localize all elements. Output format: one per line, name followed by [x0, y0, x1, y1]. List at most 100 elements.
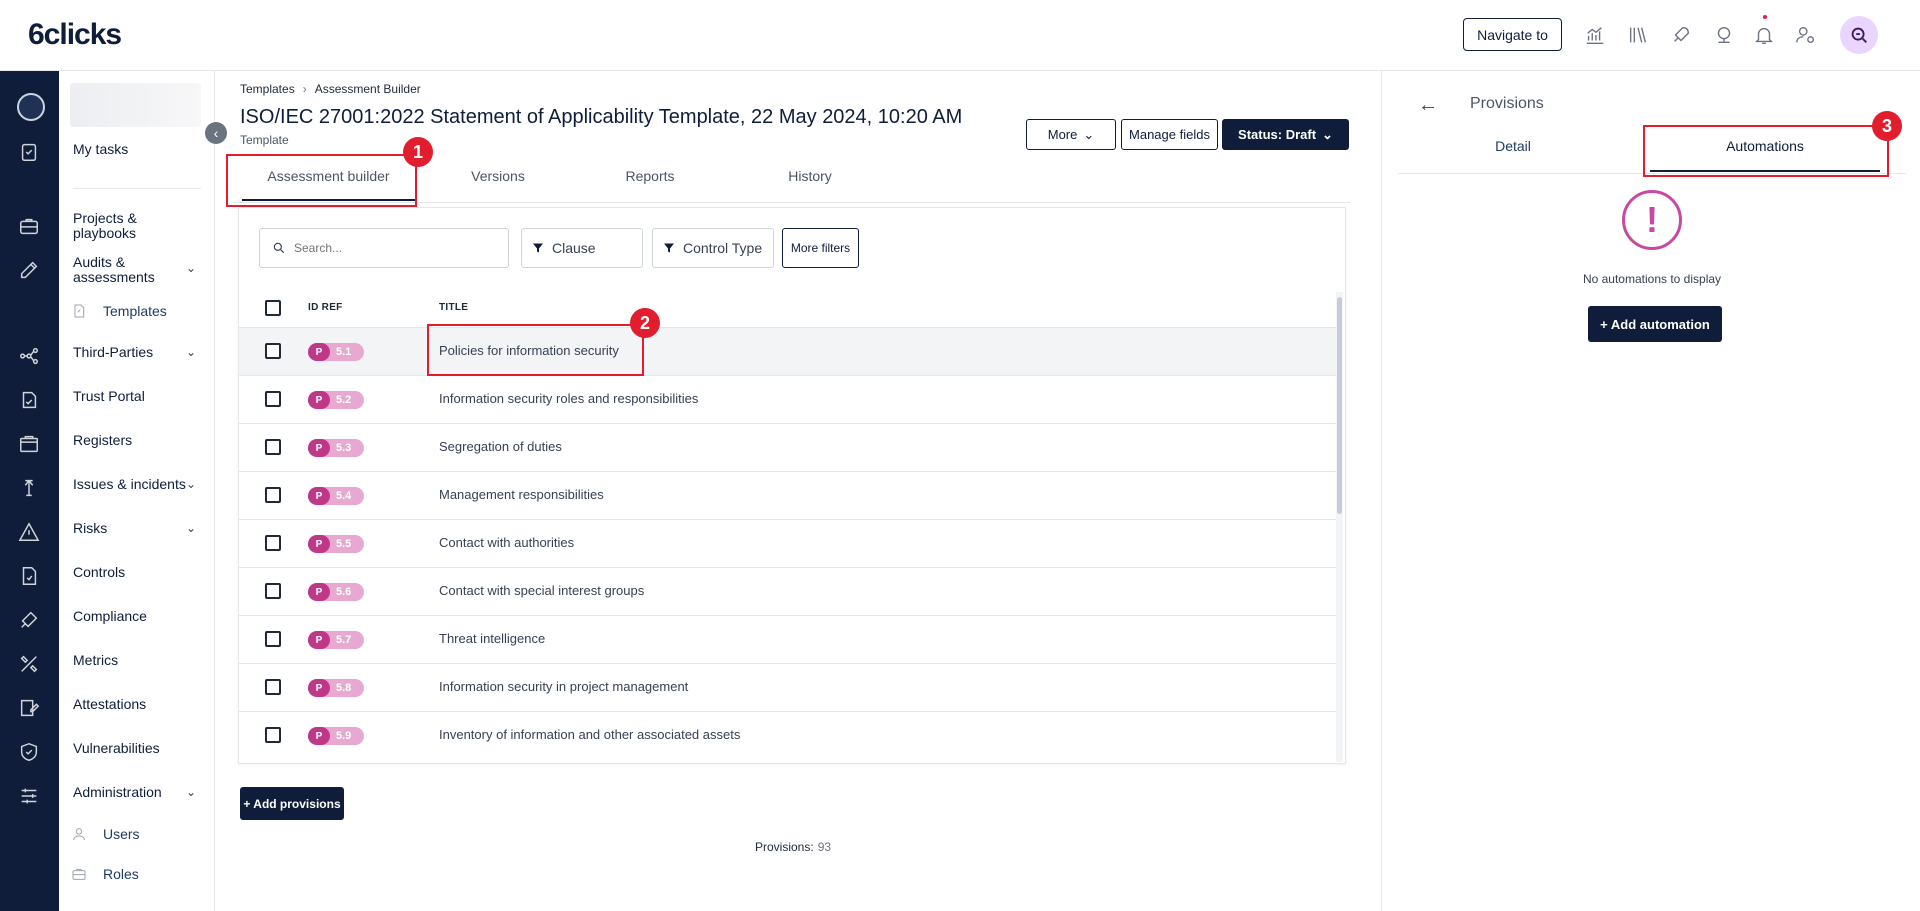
table-row[interactable]: P 5.7 Threat intelligence — [239, 615, 1336, 663]
row-checkbox[interactable] — [265, 679, 281, 695]
chevron-down-icon[interactable]: ⌄ — [186, 477, 196, 491]
shield-icon[interactable] — [16, 739, 42, 765]
table-row[interactable]: P 5.8 Information security in project man… — [239, 663, 1336, 711]
issues-icon[interactable] — [16, 475, 42, 501]
search-input[interactable] — [294, 241, 494, 255]
sidebar-item-my-tasks[interactable]: My tasks — [73, 141, 128, 157]
sidebar-item-roles[interactable]: Roles — [103, 866, 139, 882]
sidebar-item-projects[interactable]: Projects & playbooks — [73, 210, 153, 242]
search-field[interactable] — [259, 228, 509, 268]
chevron-down-icon[interactable]: ⌄ — [186, 521, 196, 535]
table-row[interactable]: P 5.5 Contact with authorities — [239, 519, 1336, 567]
sidebar-item-templates[interactable]: Templates — [103, 303, 167, 319]
column-header-id-ref[interactable]: ID REF — [308, 302, 343, 313]
row-checkbox[interactable] — [265, 631, 281, 647]
sidebar: My tasks Projects & playbooks Audits & a… — [59, 71, 215, 911]
support-icon[interactable] — [1711, 22, 1737, 48]
add-provisions-button[interactable]: + Add provisions — [240, 787, 344, 820]
sidebar-item-issues[interactable]: Issues & incidents — [73, 476, 186, 492]
library-icon[interactable] — [1625, 22, 1651, 48]
trust-portal-icon[interactable] — [16, 387, 42, 413]
attestations-icon[interactable] — [16, 695, 42, 721]
manage-fields-button[interactable]: Manage fields — [1121, 119, 1218, 150]
table-row[interactable]: P 5.1 Policies for information security — [239, 327, 1336, 375]
row-title[interactable]: Inventory of information and other assoc… — [439, 727, 740, 742]
sliders-icon[interactable] — [16, 783, 42, 809]
edit-icon[interactable] — [16, 257, 42, 283]
provision-badge: P 5.2 — [308, 391, 364, 409]
row-title[interactable]: Contact with authorities — [439, 535, 574, 550]
filter-icon — [533, 243, 543, 253]
network-icon[interactable] — [16, 343, 42, 369]
sidebar-item-metrics[interactable]: Metrics — [73, 652, 118, 668]
row-checkbox[interactable] — [265, 583, 281, 599]
row-checkbox[interactable] — [265, 535, 281, 551]
sidebar-item-controls[interactable]: Controls — [73, 564, 125, 580]
sidebar-item-third-parties[interactable]: Third-Parties — [73, 344, 153, 360]
metrics-icon[interactable] — [16, 651, 42, 677]
navigate-to-button[interactable]: Navigate to — [1463, 18, 1562, 51]
row-checkbox[interactable] — [265, 439, 281, 455]
row-title[interactable]: Management responsibilities — [439, 487, 604, 502]
clause-filter[interactable]: Clause — [521, 228, 643, 268]
user-avatar-icon[interactable] — [17, 93, 45, 121]
sidebar-item-users[interactable]: Users — [103, 826, 140, 842]
avatar[interactable] — [1840, 16, 1878, 54]
column-header-title[interactable]: TITLE — [439, 302, 468, 313]
annotation-badge-2: 2 — [630, 308, 660, 338]
tab-reports[interactable]: Reports — [590, 168, 710, 184]
chevron-down-icon[interactable]: ⌄ — [186, 785, 196, 799]
row-checkbox[interactable] — [265, 727, 281, 743]
tasks-icon[interactable] — [16, 139, 42, 165]
analytics-icon[interactable] — [1582, 22, 1608, 48]
table-row[interactable]: P 5.2 Information security roles and resp… — [239, 375, 1336, 423]
breadcrumb-separator-icon: › — [302, 82, 307, 96]
control-type-filter[interactable]: Control Type — [652, 228, 774, 268]
back-arrow-icon[interactable]: ← — [1418, 94, 1438, 117]
logo[interactable]: 6clicks — [28, 18, 122, 52]
controls-icon[interactable] — [16, 563, 42, 589]
status-button[interactable]: Status: Draft ⌄ — [1222, 119, 1349, 150]
row-title[interactable]: Segregation of duties — [439, 439, 562, 454]
sidebar-item-registers[interactable]: Registers — [73, 432, 132, 448]
scrollbar-thumb[interactable] — [1337, 297, 1342, 514]
rocket-icon[interactable] — [1668, 22, 1694, 48]
more-button[interactable]: More ⌄ — [1026, 119, 1116, 150]
sidebar-item-attestations[interactable]: Attestations — [73, 696, 146, 712]
row-checkbox[interactable] — [265, 343, 281, 359]
table-row[interactable]: P 5.4 Management responsibilities — [239, 471, 1336, 519]
row-checkbox[interactable] — [265, 391, 281, 407]
sidebar-item-vulnerabilities[interactable]: Vulnerabilities — [73, 740, 160, 756]
badge-type: P — [308, 487, 330, 505]
sidebar-item-compliance[interactable]: Compliance — [73, 608, 147, 624]
chevron-down-icon[interactable]: ⌄ — [186, 261, 196, 275]
tab-detail[interactable]: Detail — [1470, 138, 1556, 154]
sidebar-item-administration[interactable]: Administration — [73, 784, 162, 800]
bell-icon[interactable] — [1751, 22, 1777, 48]
badge-type: P — [308, 631, 330, 649]
table-row[interactable]: P 5.9 Inventory of information and other … — [239, 711, 1336, 759]
registers-icon[interactable] — [16, 431, 42, 457]
user-settings-icon[interactable] — [1793, 22, 1819, 48]
row-title[interactable]: Information security roles and responsib… — [439, 391, 698, 406]
more-filters-button[interactable]: More filters — [782, 228, 859, 268]
collapse-sidebar-button[interactable]: ‹ — [205, 122, 227, 144]
compliance-icon[interactable] — [16, 607, 42, 633]
sidebar-item-risks[interactable]: Risks — [73, 520, 107, 536]
row-title[interactable]: Information security in project manageme… — [439, 679, 688, 694]
select-all-checkbox[interactable] — [265, 300, 281, 316]
row-title[interactable]: Threat intelligence — [439, 631, 545, 646]
breadcrumb-item-templates[interactable]: Templates — [240, 82, 295, 96]
risks-icon[interactable] — [16, 519, 42, 545]
tab-versions[interactable]: Versions — [443, 168, 553, 184]
row-title[interactable]: Contact with special interest groups — [439, 583, 644, 598]
briefcase-icon[interactable] — [16, 213, 42, 239]
tab-history[interactable]: History — [750, 168, 870, 184]
add-automation-button[interactable]: + Add automation — [1588, 306, 1722, 342]
row-checkbox[interactable] — [265, 487, 281, 503]
sidebar-item-trust-portal[interactable]: Trust Portal — [73, 388, 145, 404]
table-row[interactable]: P 5.6 Contact with special interest group… — [239, 567, 1336, 615]
table-row[interactable]: P 5.3 Segregation of duties — [239, 423, 1336, 471]
chevron-down-icon[interactable]: ⌄ — [186, 345, 196, 359]
sidebar-item-audits[interactable]: Audits & assessments — [73, 254, 163, 286]
